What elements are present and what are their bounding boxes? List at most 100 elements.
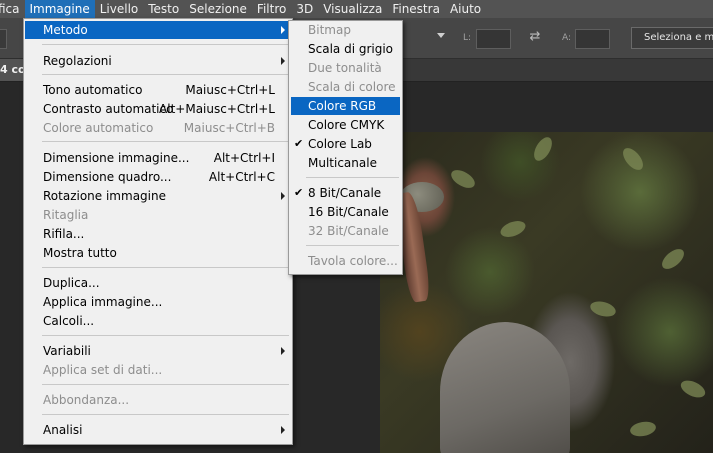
menu-item-regolazioni[interactable]: Regolazioni xyxy=(25,52,291,70)
leaf-shape xyxy=(530,134,556,164)
menu-item-label: Applica set di dati... xyxy=(43,363,163,377)
menu-item-applica-set-dati: Applica set di dati... xyxy=(25,361,291,379)
style-dropdown-arrow-icon[interactable] xyxy=(437,33,445,38)
menu-item-variabili[interactable]: Variabili xyxy=(25,342,291,360)
menu-testo[interactable]: Testo xyxy=(143,0,184,18)
submenu-item-colore-cmyk[interactable]: Colore CMYK xyxy=(291,116,400,134)
menu-item-label: Contrasto automatico xyxy=(43,102,174,116)
submenu-item-scala-colore: Scala di colore xyxy=(291,78,400,96)
submenu-item-label: Colore RGB xyxy=(308,99,377,113)
menu-item-ritaglia: Ritaglia xyxy=(25,206,291,224)
submenu-item-label: Tavola colore... xyxy=(308,254,398,268)
checkmark-icon: ✔ xyxy=(294,186,304,199)
menu-item-analisi[interactable]: Analisi xyxy=(25,421,291,439)
document-image[interactable] xyxy=(380,132,713,453)
leaf-shape xyxy=(628,419,658,439)
menu-item-contrasto-automatico[interactable]: Contrasto automatico Alt+Maiusc+Ctrl+L xyxy=(25,100,291,118)
submenu-item-multicanale[interactable]: Multicanale xyxy=(291,154,400,172)
menu-item-label: Colore automatico xyxy=(43,121,154,135)
menu-separator xyxy=(42,335,289,336)
menu-item-tono-automatico[interactable]: Tono automatico Maiusc+Ctrl+L xyxy=(25,81,291,99)
menu-item-calcoli[interactable]: Calcoli... xyxy=(25,312,291,330)
menu-item-rotazione-immagine[interactable]: Rotazione immagine xyxy=(25,187,291,205)
image-menu: Metodo Regolazioni Tono automatico Maius… xyxy=(23,18,293,445)
submenu-arrow-icon xyxy=(281,192,285,200)
submenu-arrow-icon xyxy=(281,26,285,34)
submenu-item-32-bit: 32 Bit/Canale xyxy=(291,222,400,240)
submenu-item-label: Due tonalità xyxy=(308,61,382,75)
menu-item-shortcut: Alt+Ctrl+C xyxy=(208,170,275,184)
menu-item-label: Analisi xyxy=(43,423,83,437)
submenu-item-16-bit[interactable]: 16 Bit/Canale xyxy=(291,203,400,221)
submenu-item-label: 32 Bit/Canale xyxy=(308,224,389,238)
submenu-arrow-icon xyxy=(281,347,285,355)
width-label: L: xyxy=(463,33,472,43)
checkmark-icon: ✔ xyxy=(294,137,304,150)
select-and-mask-button[interactable]: Seleziona e maschera... xyxy=(631,27,713,49)
menu-item-rifila[interactable]: Rifila... xyxy=(25,225,291,243)
tool-preset-picker[interactable] xyxy=(0,29,7,49)
leaf-shape xyxy=(588,298,618,320)
menu-item-label: Abbondanza... xyxy=(43,393,130,407)
menu-modifica[interactable]: fica xyxy=(0,0,25,18)
menu-item-label: Metodo xyxy=(43,23,88,37)
leaf-shape xyxy=(678,377,708,401)
menu-separator xyxy=(42,384,289,385)
menu-item-applica-immagine[interactable]: Applica immagine... xyxy=(25,293,291,311)
menu-item-dimensione-immagine[interactable]: Dimensione immagine... Alt+Ctrl+I xyxy=(25,149,291,167)
menu-item-mostra-tutto[interactable]: Mostra tutto xyxy=(25,244,291,262)
menu-separator xyxy=(42,44,289,45)
menu-item-label: Applica immagine... xyxy=(43,295,163,309)
heron-body xyxy=(440,322,570,453)
submenu-item-bitmap: Bitmap xyxy=(291,21,400,39)
menu-aiuto[interactable]: Aiuto xyxy=(445,0,486,18)
menu-selezione[interactable]: Selezione xyxy=(184,0,252,18)
submenu-item-label: Multicanale xyxy=(308,156,377,170)
leaf-shape xyxy=(658,245,688,273)
menu-item-label: Ritaglia xyxy=(43,208,89,222)
menu-item-label: Variabili xyxy=(43,344,91,358)
menu-item-label: Regolazioni xyxy=(43,54,112,68)
menu-bar: fica Immagine Livello Testo Selezione Fi… xyxy=(0,0,713,18)
submenu-item-due-tonalita: Due tonalità xyxy=(291,59,400,77)
menu-item-metodo[interactable]: Metodo xyxy=(25,21,291,39)
menu-item-shortcut: Maiusc+Ctrl+B xyxy=(183,121,275,135)
leaf-shape xyxy=(498,217,528,241)
menu-3d[interactable]: 3D xyxy=(291,0,318,18)
menu-item-dimensione-quadro[interactable]: Dimensione quadro... Alt+Ctrl+C xyxy=(25,168,291,186)
submenu-item-label: Bitmap xyxy=(308,23,351,37)
submenu-item-colore-rgb[interactable]: Colore RGB xyxy=(291,97,400,115)
height-label: A: xyxy=(562,33,572,43)
menu-filtro[interactable]: Filtro xyxy=(252,0,291,18)
menu-item-label: Duplica... xyxy=(43,276,100,290)
menu-immagine[interactable]: Immagine xyxy=(24,0,95,18)
menu-item-label: Rotazione immagine xyxy=(43,189,166,203)
submenu-item-scala-grigio[interactable]: Scala di grigio xyxy=(291,40,400,58)
menu-item-label: Mostra tutto xyxy=(43,246,117,260)
submenu-arrow-icon xyxy=(281,426,285,434)
submenu-item-tavola-colore: Tavola colore... xyxy=(291,252,400,270)
menu-separator xyxy=(306,177,399,178)
menu-item-shortcut: Maiusc+Ctrl+L xyxy=(185,83,275,97)
submenu-item-label: 16 Bit/Canale xyxy=(308,205,389,219)
menu-item-label: Dimensione immagine... xyxy=(43,151,190,165)
menu-separator xyxy=(42,414,289,415)
mode-submenu: Bitmap Scala di grigio Due tonalità Scal… xyxy=(288,20,403,275)
menu-item-label: Dimensione quadro... xyxy=(43,170,172,184)
menu-finestra[interactable]: Finestra xyxy=(387,0,445,18)
menu-item-duplica[interactable]: Duplica... xyxy=(25,274,291,292)
submenu-item-label: Scala di colore xyxy=(308,80,396,94)
submenu-item-colore-lab[interactable]: ✔ Colore Lab xyxy=(291,135,400,153)
menu-separator xyxy=(42,267,289,268)
menu-visualizza[interactable]: Visualizza xyxy=(318,0,387,18)
menu-item-abbondanza: Abbondanza... xyxy=(25,391,291,409)
submenu-item-8-bit[interactable]: ✔ 8 Bit/Canale xyxy=(291,184,400,202)
height-input[interactable] xyxy=(575,29,610,49)
swap-icon[interactable]: ⇄ xyxy=(526,27,544,47)
leaf-shape xyxy=(448,166,478,192)
menu-separator xyxy=(42,74,289,75)
submenu-item-label: Colore CMYK xyxy=(308,118,385,132)
width-input[interactable] xyxy=(476,29,511,49)
leaf-shape xyxy=(619,144,647,174)
menu-livello[interactable]: Livello xyxy=(95,0,144,18)
